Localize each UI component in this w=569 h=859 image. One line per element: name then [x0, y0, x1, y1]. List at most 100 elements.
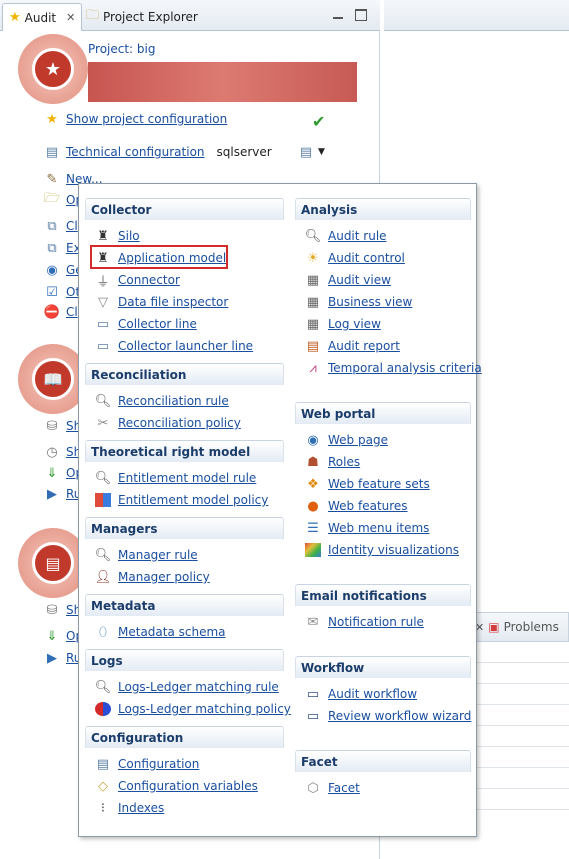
menu-item-audit-report[interactable]: ▤ Audit report [305, 337, 400, 355]
manager-policy-link[interactable]: Manager policy [118, 570, 210, 584]
menu-item-web-feature-sets[interactable]: ❖ Web feature sets [305, 475, 430, 493]
menu-item-logs-ledger-matching-rule[interactable]: 🔍︎ Logs-Ledger matching rule [95, 678, 279, 696]
table-divider [477, 788, 569, 789]
table-divider [477, 767, 569, 768]
configuration-link[interactable]: Configuration [118, 757, 199, 771]
menu-item-data-file-inspector[interactable]: ▽ Data file inspector [95, 293, 228, 311]
magnifier-icon: 🔍︎ [94, 393, 112, 409]
menu-item-audit-control[interactable]: ☀ Audit control [305, 249, 405, 267]
log-view-link[interactable]: Log view [328, 317, 381, 331]
workflow-wizard-icon: ▭ [306, 708, 320, 724]
web-menu-items-link[interactable]: Web menu items [328, 521, 429, 535]
data-file-inspector-link[interactable]: Data file inspector [118, 295, 228, 309]
workflow-section-header: Workflow [295, 656, 471, 678]
menu-item-configuration[interactable]: ▤ Configuration [95, 755, 200, 773]
menu-item-web-page[interactable]: ◉ Web page [305, 431, 388, 449]
truncated-link-6[interactable]: Cl [66, 305, 78, 319]
menu-item-roles[interactable]: ☗ Roles [305, 453, 360, 471]
menu-item-connector[interactable]: ⏚ Connector [95, 271, 180, 290]
menu-item-metadata-schema[interactable]: ⬯ Metadata schema [95, 623, 226, 641]
menu-item-facet[interactable]: ⬡ Facet [305, 779, 360, 797]
configuration-variables-link[interactable]: Configuration variables [118, 779, 258, 793]
row-sec2-1: ⛁ Sh [44, 418, 82, 434]
web-feature-sets-link[interactable]: Web feature sets [328, 477, 430, 491]
menu-item-entitlement-model-policy[interactable]: Entitlement model policy [95, 491, 268, 509]
web-features-link[interactable]: Web features [328, 499, 408, 513]
theoretical-right-model-section-header: Theoretical right model [85, 440, 284, 462]
web-page-link[interactable]: Web page [328, 433, 388, 447]
menu-item-manager-policy[interactable]: 👤︎ Manager policy [95, 568, 210, 586]
menu-item-notification-rule[interactable]: ✉ Notification rule [305, 613, 424, 631]
menu-item-web-features[interactable]: ● Web features [305, 497, 408, 515]
truncated-link-2[interactable]: Cl [66, 219, 78, 233]
new-item-popup-menu: Collector ♜ Silo ♜ Application model ⏚ C… [78, 183, 482, 837]
application-model-highlight [90, 245, 228, 269]
menu-item-audit-view[interactable]: ▦ Audit view [305, 271, 391, 289]
feature-sets-icon: ❖ [307, 476, 319, 492]
manager-rule-link[interactable]: Manager rule [118, 548, 198, 562]
audit-control-link[interactable]: Audit control [328, 251, 405, 265]
entitlement-model-rule-link[interactable]: Entitlement model rule [118, 471, 256, 485]
menu-item-reconciliation-rule[interactable]: 🔍︎ Reconciliation rule [95, 392, 229, 410]
menu-item-indexes[interactable]: ⁝ Indexes [95, 799, 164, 817]
identity-visualizations-link[interactable]: Identity visualizations [328, 543, 459, 557]
menu-item-temporal-analysis-criteria[interactable]: ⩘ Temporal analysis criteria [305, 359, 482, 377]
menu-item-collector-launcher-line[interactable]: ▭ Collector launcher line [95, 337, 253, 355]
logs-ledger-matching-rule-link[interactable]: Logs-Ledger matching rule [118, 680, 279, 694]
problems-tab[interactable]: ✕ ▣ Problems [470, 612, 569, 642]
menu-item-configuration-variables[interactable]: ◇ Configuration variables [95, 777, 258, 795]
maximize-button[interactable] [355, 9, 367, 21]
menu-item-logs-ledger-matching-policy[interactable]: Logs-Ledger matching policy [95, 700, 291, 718]
technical-configuration-link[interactable]: Technical configuration [66, 145, 205, 159]
audit-control-icon: ☀ [307, 250, 319, 266]
table-divider [477, 725, 569, 726]
magnifier-icon: 🔍︎ [94, 547, 112, 563]
reconciliation-rule-link[interactable]: Reconciliation rule [118, 394, 229, 408]
row-sec2-2: ◷ Sh [44, 444, 81, 460]
stop-icon: ⛔ [43, 304, 61, 320]
indexes-link[interactable]: Indexes [118, 801, 164, 815]
review-workflow-wizard-link[interactable]: Review workflow wizard [328, 709, 471, 723]
show-project-configuration-link[interactable]: Show project configuration [66, 112, 227, 126]
menu-item-silo[interactable]: ♜ Silo [95, 227, 140, 245]
logs-ledger-matching-policy-link[interactable]: Logs-Ledger matching policy [118, 702, 291, 716]
menu-item-review-workflow-wizard[interactable]: ▭ Review workflow wizard [305, 707, 472, 725]
collector-line-link[interactable]: Collector line [118, 317, 197, 331]
notification-rule-link[interactable]: Notification rule [328, 615, 424, 629]
menu-item-log-view[interactable]: ▦ Log view [305, 315, 381, 333]
audit-workflow-link[interactable]: Audit workflow [328, 687, 417, 701]
silo-link[interactable]: Silo [118, 229, 140, 243]
menu-item-audit-workflow[interactable]: ▭ Audit workflow [305, 685, 417, 703]
entitlement-model-policy-link[interactable]: Entitlement model policy [118, 493, 268, 507]
minimize-button[interactable] [332, 9, 344, 21]
close-icon[interactable]: ✕ [66, 11, 75, 24]
business-view-link[interactable]: Business view [328, 295, 412, 309]
star-badge-icon: ★ [44, 58, 62, 80]
cube-icon: ⬡ [307, 780, 319, 796]
connector-link[interactable]: Connector [118, 273, 180, 287]
menu-item-manager-rule[interactable]: 🔍︎ Manager rule [95, 546, 198, 564]
table-divider [477, 746, 569, 747]
globe-icon: ◉ [46, 262, 58, 278]
menu-item-collector-line[interactable]: ▭ Collector line [95, 315, 197, 333]
technical-config-dropdown[interactable]: ▤ ▼ [298, 144, 325, 160]
audit-report-link[interactable]: Audit report [328, 339, 400, 353]
menu-item-business-view[interactable]: ▦ Business view [305, 293, 413, 311]
menu-item-web-menu-items[interactable]: ☰ Web menu items [305, 519, 429, 537]
menu-item-audit-rule[interactable]: 🔍︎ Audit rule [305, 227, 387, 245]
tab-project-explorer[interactable]: 🗀 Project Explorer [80, 3, 204, 31]
collector-launcher-line-link[interactable]: Collector launcher line [118, 339, 253, 353]
metadata-schema-link[interactable]: Metadata schema [118, 625, 226, 639]
menu-item-reconciliation-policy[interactable]: ✂ Reconciliation policy [95, 414, 241, 432]
audit-view-link[interactable]: Audit view [328, 273, 391, 287]
tab-audit[interactable]: ★ Audit ✕ [2, 3, 83, 31]
tab-audit-label: Audit [24, 10, 57, 25]
menu-item-identity-visualizations[interactable]: Identity visualizations [305, 541, 459, 559]
audit-rule-link[interactable]: Audit rule [328, 229, 387, 243]
facet-link[interactable]: Facet [328, 781, 360, 795]
menu-item-entitlement-model-rule[interactable]: 🔍︎ Entitlement model rule [95, 469, 257, 487]
reconciliation-policy-link[interactable]: Reconciliation policy [118, 416, 241, 430]
globe-icon: ◉ [307, 432, 319, 448]
temporal-analysis-criteria-link[interactable]: Temporal analysis criteria [328, 361, 482, 375]
roles-link[interactable]: Roles [328, 455, 360, 469]
